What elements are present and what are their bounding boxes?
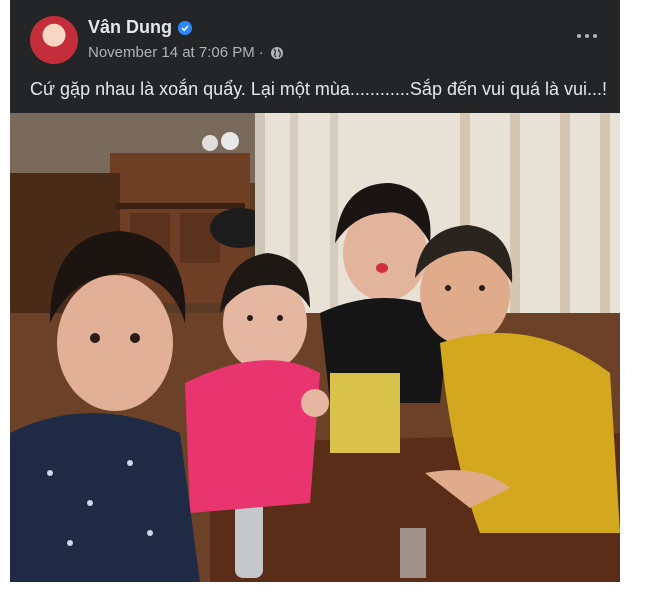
author-name-row: Vân Dung (88, 17, 192, 38)
post-header: Vân Dung November 14 at 7:06 PM · (10, 0, 620, 70)
more-options-button[interactable] (570, 26, 604, 46)
author-name[interactable]: Vân Dung (88, 17, 172, 38)
verified-badge-icon (178, 20, 192, 35)
group-selfie-image (10, 113, 620, 582)
globe-icon[interactable] (270, 46, 284, 60)
meta-separator: · (258, 44, 264, 61)
post-timestamp[interactable]: November 14 at 7:06 PM (88, 44, 255, 61)
post-photo[interactable] (10, 113, 620, 582)
post-card: Vân Dung November 14 at 7:06 PM · Cứ gặp… (10, 0, 620, 582)
post-meta: November 14 at 7:06 PM · (88, 44, 284, 61)
more-options-icon (577, 34, 581, 38)
post-text: Cứ gặp nhau là xoắn quẩy. Lại một mùa...… (30, 79, 608, 99)
author-avatar[interactable] (30, 16, 78, 64)
